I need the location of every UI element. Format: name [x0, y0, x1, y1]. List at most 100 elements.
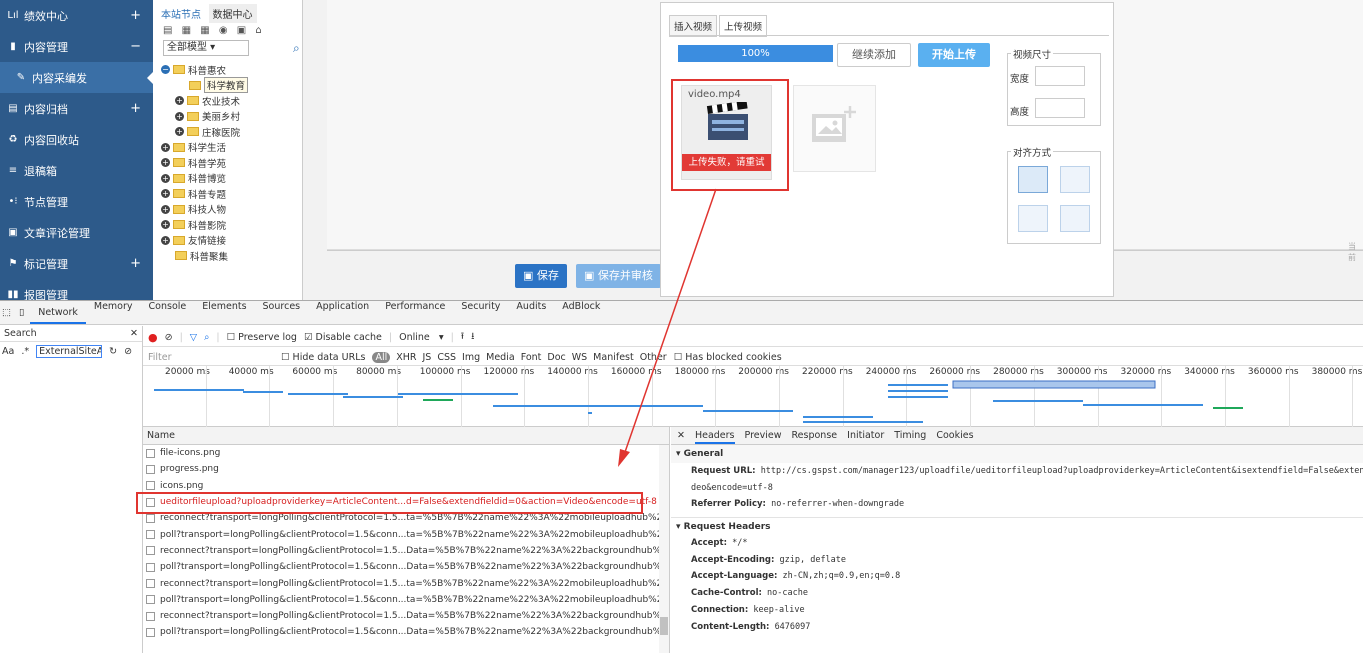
- expand-icon[interactable]: +: [175, 127, 184, 137]
- collapse-icon[interactable]: −: [161, 65, 170, 75]
- start-upload-button[interactable]: 开始上传: [918, 43, 990, 67]
- close-icon[interactable]: ✕: [677, 427, 685, 444]
- detail-tab-response[interactable]: Response: [792, 427, 838, 444]
- tree-node[interactable]: 科普聚集: [161, 248, 302, 264]
- tree-node[interactable]: + 科学生活: [161, 140, 302, 156]
- save-and-review-button[interactable]: ▣ 保存并审核: [576, 264, 661, 288]
- request-row[interactable]: file-icons.png: [143, 445, 659, 461]
- filter-type-font[interactable]: Font: [521, 352, 542, 363]
- detail-tab-headers[interactable]: Headers: [694, 427, 735, 444]
- devtools-tab-adblock[interactable]: AdBlock: [554, 301, 608, 324]
- tab-data-center[interactable]: 数据中心: [208, 4, 257, 23]
- tree-node[interactable]: + 农业技术: [161, 93, 302, 109]
- clear-icon[interactable]: ⊘: [165, 332, 173, 343]
- devtools-tab-performance[interactable]: Performance: [377, 301, 453, 324]
- sidebar-item-3[interactable]: ▤ 内容归档 +: [0, 93, 153, 124]
- record-icon[interactable]: ●: [148, 331, 158, 344]
- request-row[interactable]: poll?transport=longPolling&clientProtoco…: [143, 624, 659, 640]
- tree-node[interactable]: + 友情链接: [161, 233, 302, 249]
- export-icon[interactable]: ⭳: [471, 329, 474, 345]
- sidebar-item-1[interactable]: ▮ 内容管理 −: [0, 31, 153, 62]
- refresh-icon[interactable]: ↻: [109, 346, 117, 357]
- tree-node[interactable]: + 科普学苑: [161, 155, 302, 171]
- tree-toolbar-icons[interactable]: ▤ ▦ ▦ ◉ ▣ ⌂: [153, 23, 302, 38]
- general-section[interactable]: ▾ General: [671, 445, 1363, 463]
- filter-type-all[interactable]: All: [372, 351, 391, 363]
- expand-icon[interactable]: +: [161, 235, 170, 245]
- search-input[interactable]: ExternalSiteAut: [36, 345, 103, 358]
- save-button[interactable]: ▣ 保存: [515, 264, 567, 288]
- request-headers-section[interactable]: ▾ Request Headers: [671, 517, 1363, 535]
- tree-node[interactable]: + 美丽乡村: [161, 109, 302, 125]
- devtools-tab-security[interactable]: Security: [453, 301, 508, 324]
- name-column-header[interactable]: Name: [143, 427, 669, 445]
- tree-node[interactable]: + 科普专题: [161, 186, 302, 202]
- model-select[interactable]: 全部模型 ▾: [163, 40, 249, 56]
- throttling-select[interactable]: Online ▾: [399, 332, 443, 343]
- detail-tab-cookies[interactable]: Cookies: [936, 427, 973, 444]
- align-center-icon[interactable]: [1060, 205, 1090, 232]
- tab-upload-video[interactable]: 上传视频: [719, 15, 768, 37]
- hide-data-urls-checkbox[interactable]: ☐ Hide data URLs: [281, 352, 365, 363]
- devtools-tab-elements[interactable]: Elements: [194, 301, 254, 324]
- devtools-tab-sources[interactable]: Sources: [255, 301, 309, 324]
- filter-type-manifest[interactable]: Manifest: [593, 352, 634, 363]
- preserve-log-checkbox[interactable]: ☐ Preserve log: [227, 332, 297, 343]
- blocked-cookies-checkbox[interactable]: ☐ Has blocked cookies: [674, 352, 782, 363]
- expand-toggle[interactable]: +: [130, 256, 141, 271]
- search-icon[interactable]: ⌕: [204, 332, 209, 343]
- expand-toggle[interactable]: +: [130, 101, 141, 116]
- height-input[interactable]: [1035, 98, 1085, 118]
- devtools-tab-network[interactable]: Network: [30, 307, 86, 324]
- sidebar-item-4[interactable]: ♻ 内容回收站: [0, 124, 153, 155]
- expand-icon[interactable]: +: [175, 96, 184, 106]
- inspect-icon[interactable]: ⬚: [0, 307, 13, 318]
- expand-icon[interactable]: +: [175, 111, 184, 121]
- tree-node[interactable]: − 科普惠农: [161, 62, 302, 78]
- request-row[interactable]: reconnect?transport=longPolling&clientPr…: [143, 575, 659, 591]
- request-row[interactable]: poll?transport=longPolling&clientProtoco…: [143, 526, 659, 542]
- network-timeline[interactable]: 20000 ms 40000 ms 60000 ms 80000 ms 100000 m…: [143, 365, 1363, 428]
- expand-toggle[interactable]: −: [130, 39, 141, 54]
- tree-node[interactable]: + 庄稼医院: [161, 124, 302, 140]
- filter-type-img[interactable]: Img: [462, 352, 480, 363]
- regex-toggle[interactable]: .*: [21, 346, 29, 357]
- sidebar-item-2[interactable]: ✎ 内容采编发: [0, 62, 153, 93]
- sidebar-item-6[interactable]: •⁝ 节点管理: [0, 186, 153, 217]
- devtools-tab-console[interactable]: Console: [141, 301, 195, 324]
- width-input[interactable]: [1035, 66, 1085, 86]
- request-row[interactable]: progress.png: [143, 461, 659, 477]
- filter-type-other[interactable]: Other: [640, 352, 667, 363]
- align-left-icon[interactable]: [1060, 166, 1090, 193]
- filter-type-css[interactable]: CSS: [437, 352, 456, 363]
- filter-input[interactable]: Filter: [148, 352, 274, 363]
- sidebar-item-0[interactable]: Lıl 绩效中心 +: [0, 0, 153, 31]
- sidebar-item-5[interactable]: ≡ 退稿箱: [0, 155, 153, 186]
- disable-cache-checkbox[interactable]: ☑ Disable cache: [304, 332, 382, 343]
- continue-add-button[interactable]: 继续添加: [837, 43, 911, 67]
- tab-site-nodes[interactable]: 本站节点: [157, 4, 205, 23]
- tree-node[interactable]: 科学教育: [161, 77, 302, 94]
- expand-icon[interactable]: +: [161, 204, 170, 214]
- expand-icon[interactable]: +: [161, 142, 170, 152]
- sidebar-item-9[interactable]: ▮▮ 报图管理: [0, 279, 153, 301]
- add-file-placeholder[interactable]: [793, 85, 876, 172]
- expand-icon[interactable]: +: [161, 158, 170, 168]
- tree-node[interactable]: + 科普博览: [161, 171, 302, 187]
- detail-tab-preview[interactable]: Preview: [745, 427, 782, 444]
- scrollbar-thumb[interactable]: [660, 617, 668, 635]
- request-row[interactable]: reconnect?transport=longPolling&clientPr…: [143, 608, 659, 624]
- devtools-tab-application[interactable]: Application: [308, 301, 377, 324]
- filter-type-doc[interactable]: Doc: [547, 352, 565, 363]
- filter-icon[interactable]: ▽: [190, 332, 197, 343]
- request-row[interactable]: poll?transport=longPolling&clientProtoco…: [143, 559, 659, 575]
- filter-type-ws[interactable]: WS: [572, 352, 587, 363]
- tree-node[interactable]: + 科普影院: [161, 217, 302, 233]
- expand-toggle[interactable]: +: [130, 8, 141, 23]
- request-row[interactable]: reconnect?transport=longPolling&clientPr…: [143, 543, 659, 559]
- import-icon[interactable]: ⭱: [461, 329, 464, 345]
- align-none-icon[interactable]: [1018, 166, 1048, 193]
- search-icon[interactable]: ⌕: [293, 41, 300, 56]
- request-row[interactable]: poll?transport=longPolling&clientProtoco…: [143, 592, 659, 608]
- detail-tab-timing[interactable]: Timing: [894, 427, 926, 444]
